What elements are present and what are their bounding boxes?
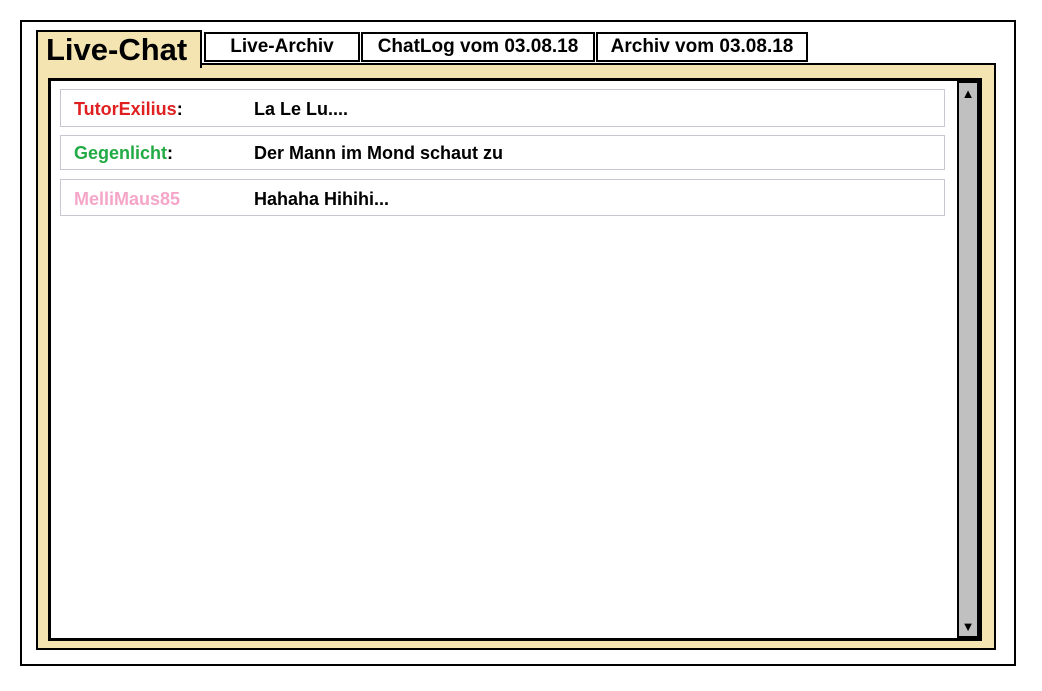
chat-message: TutorExilius: La Le Lu.... — [60, 89, 945, 127]
chat-panel: TutorExilius: La Le Lu.... Gegenlicht: D… — [36, 63, 996, 650]
chat-log: TutorExilius: La Le Lu.... Gegenlicht: D… — [48, 78, 982, 641]
message-user[interactable]: Gegenlicht: — [74, 143, 173, 164]
tab-chatlog[interactable]: ChatLog vom 03.08.18 — [361, 32, 595, 62]
username[interactable]: MelliMaus85 — [74, 189, 180, 209]
message-text: La Le Lu.... — [254, 99, 349, 119]
tab-live-archiv[interactable]: Live-Archiv — [204, 32, 360, 62]
vertical-scrollbar[interactable]: ▲ ▼ — [957, 81, 979, 638]
colon: : — [176, 99, 183, 119]
arrow-down-icon[interactable]: ▼ — [959, 618, 977, 634]
colon: : — [167, 143, 174, 163]
message-user[interactable]: TutorExilius: — [74, 99, 183, 120]
chat-message: MelliMaus85 Hahaha Hihihi... — [60, 179, 945, 216]
username[interactable]: TutorExilius — [74, 99, 177, 119]
tab-live-chat[interactable]: Live-Chat — [36, 30, 202, 68]
tab-archiv[interactable]: Archiv vom 03.08.18 — [596, 32, 808, 62]
message-text: Hahaha Hihihi... — [254, 189, 390, 209]
username[interactable]: Gegenlicht — [74, 143, 167, 163]
message-text: Der Mann im Mond schaut zu — [254, 143, 504, 163]
message-user[interactable]: MelliMaus85 — [74, 189, 180, 210]
chat-message: Gegenlicht: Der Mann im Mond schaut zu — [60, 135, 945, 170]
arrow-up-icon[interactable]: ▲ — [959, 85, 977, 101]
